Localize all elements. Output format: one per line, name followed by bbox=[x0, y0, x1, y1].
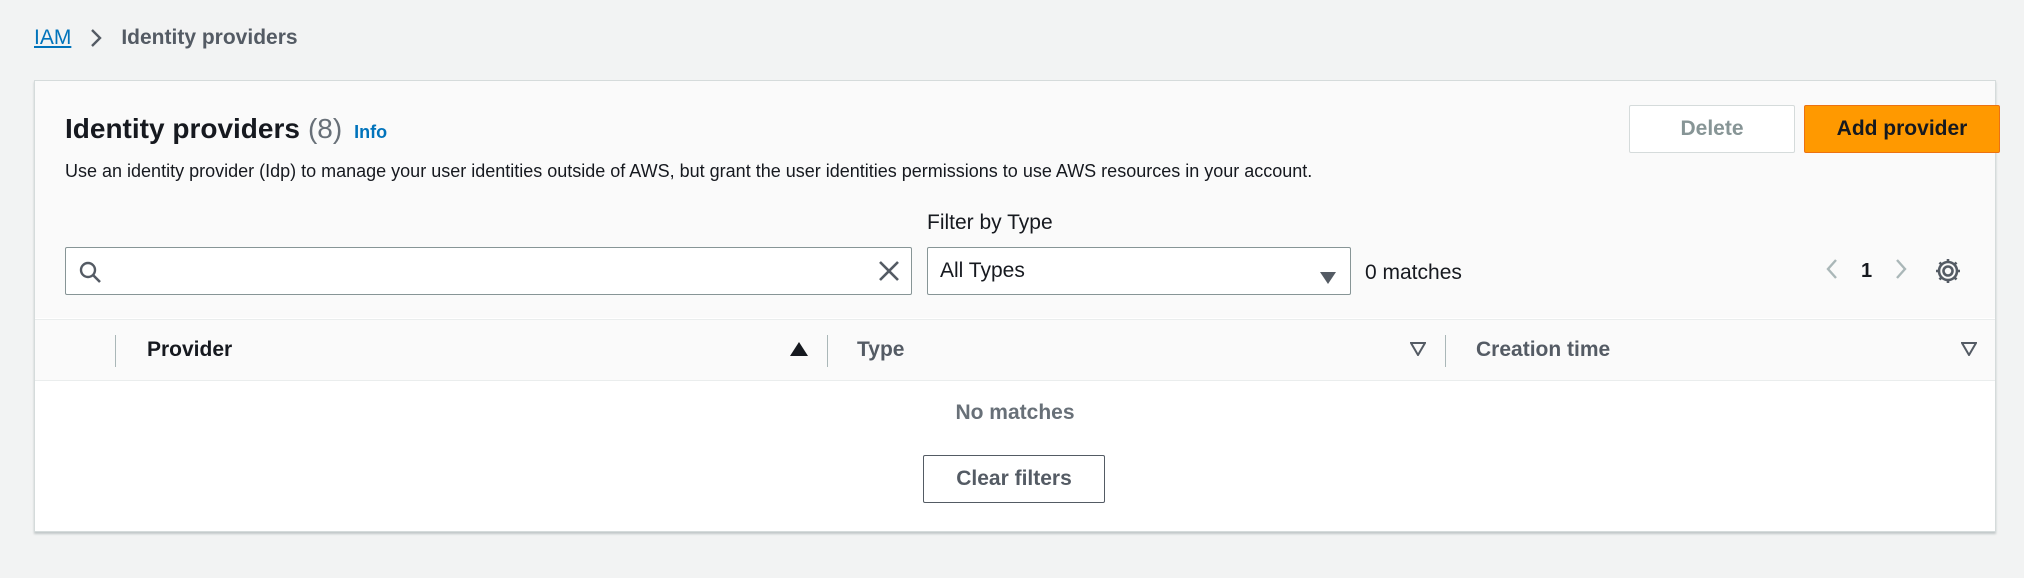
close-icon[interactable] bbox=[877, 259, 901, 288]
matches-count: 0 matches bbox=[1365, 261, 1462, 284]
gear-icon[interactable] bbox=[1933, 256, 1963, 291]
empty-state-text: No matches bbox=[955, 401, 1075, 424]
chevron-right-icon[interactable] bbox=[1894, 257, 1908, 286]
search-field bbox=[65, 247, 912, 295]
clear-filters-button[interactable]: Clear filters bbox=[923, 455, 1105, 503]
info-link[interactable]: Info bbox=[354, 122, 387, 143]
caret-down-icon bbox=[1320, 266, 1336, 290]
identity-providers-panel: Identity providers (8) Info Use an ident… bbox=[34, 80, 2000, 532]
search-icon bbox=[78, 260, 102, 289]
column-header-type[interactable]: Type bbox=[857, 320, 904, 380]
column-divider[interactable] bbox=[827, 335, 828, 367]
breadcrumb-iam-link[interactable]: IAM bbox=[34, 26, 71, 50]
sort-ascending-icon[interactable] bbox=[790, 342, 808, 361]
breadcrumb: IAM Identity providers bbox=[34, 26, 298, 50]
delete-button[interactable]: Delete bbox=[1629, 105, 1795, 153]
page-number[interactable]: 1 bbox=[1861, 260, 1872, 283]
page-description: Use an identity provider (Idp) to manage… bbox=[65, 161, 1313, 181]
pagination: 1 bbox=[1825, 253, 1908, 289]
chevron-left-icon[interactable] bbox=[1825, 257, 1839, 286]
type-filter-value: All Types bbox=[940, 259, 1025, 282]
page-title: Identity providers (8) Info bbox=[65, 113, 387, 145]
column-header-creation-time[interactable]: Creation time bbox=[1476, 320, 1610, 380]
provider-count: (8) bbox=[307, 113, 343, 144]
chevron-right-icon bbox=[89, 28, 103, 48]
table-header: Provider Type Creation time bbox=[35, 319, 1995, 381]
sort-icon[interactable] bbox=[1409, 342, 1427, 361]
breadcrumb-current: Identity providers bbox=[121, 26, 298, 49]
sort-icon[interactable] bbox=[1960, 342, 1978, 361]
title-text: Identity providers bbox=[65, 113, 300, 144]
panel-header: Identity providers (8) Info Use an ident… bbox=[35, 81, 2000, 318]
filter-by-type-label: Filter by Type bbox=[927, 211, 1053, 234]
search-input[interactable] bbox=[114, 248, 854, 294]
column-divider bbox=[115, 335, 116, 367]
column-header-provider[interactable]: Provider bbox=[147, 320, 232, 380]
type-filter-select[interactable]: All Types bbox=[927, 247, 1351, 295]
add-provider-button[interactable]: Add provider bbox=[1804, 105, 2000, 153]
column-divider[interactable] bbox=[1445, 335, 1446, 367]
